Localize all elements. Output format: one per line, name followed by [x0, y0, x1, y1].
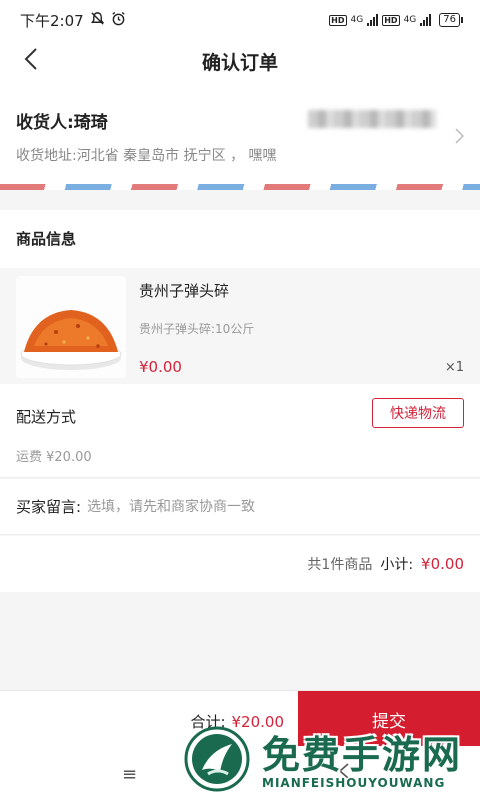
buyer-message-input[interactable]	[87, 498, 464, 515]
status-time: 下午2:07	[20, 11, 84, 30]
nav-bar: 确认订单	[0, 40, 480, 82]
address-card[interactable]: 收货人:琦琦 收货地址:河北省 秦皇岛市 抚宁区 ， 嘿嘿	[0, 82, 480, 190]
back-triangle-icon[interactable]	[338, 762, 350, 784]
signal-icon	[420, 14, 432, 26]
page-title: 确认订单	[201, 51, 278, 74]
buyer-message-row: 买家留言:	[0, 479, 480, 535]
checkout-bar: 合计: ¥20.00 提交	[0, 690, 480, 747]
network-label: 4G	[350, 15, 364, 25]
total-value: ¥20.00	[231, 713, 285, 731]
delivery-method-button[interactable]: 快递物流	[372, 398, 464, 428]
product-spec: 贵州子弹头碎:10公斤	[139, 322, 255, 336]
shipping-fee: 运费 ¥20.00	[16, 450, 92, 465]
subtotal-row: 共1件商品 小计: ¥0.00	[0, 536, 480, 592]
chevron-right-icon	[455, 128, 465, 148]
product-section-header: 商品信息	[0, 210, 480, 268]
signal-icon	[367, 14, 379, 26]
shipping-address: 收货地址:河北省 秦皇岛市 抚宁区 ， 嘿嘿	[16, 148, 277, 164]
product-quantity: ×1	[444, 360, 464, 375]
network-label: 4G	[403, 15, 417, 25]
delivery-section: 配送方式 快递物流 运费 ¥20.00	[0, 384, 480, 478]
chevron-left-icon	[24, 47, 38, 75]
section-title: 商品信息	[16, 230, 77, 248]
battery-icon: 76	[439, 13, 463, 27]
buyer-message-label: 买家留言:	[16, 498, 82, 516]
subtotal-label: 小计:	[380, 557, 414, 573]
status-right: HD 4G HD 4G 76	[329, 13, 463, 27]
phone-number-blurred	[308, 110, 436, 128]
subtotal-value: ¥0.00	[421, 555, 464, 573]
status-bar: 下午2:07 HD 4G HD 4G 76	[0, 0, 480, 40]
submit-button[interactable]: 提交	[298, 691, 480, 747]
order-total: 合计: ¥20.00	[190, 711, 284, 732]
hd-badge: HD	[382, 14, 400, 26]
airmail-border-divider	[0, 184, 480, 190]
product-image	[16, 276, 126, 378]
status-left: 下午2:07	[20, 10, 126, 31]
hd-badge: HD	[329, 14, 347, 26]
item-count: 共1件商品	[307, 557, 373, 573]
product-price: ¥0.00	[139, 358, 182, 376]
menu-icon[interactable]: ≡	[122, 764, 137, 785]
product-item: 贵州子弹头碎 贵州子弹头碎:10公斤 ¥0.00 ×1	[0, 268, 480, 384]
back-button[interactable]	[14, 44, 48, 78]
delivery-label: 配送方式	[16, 408, 77, 426]
mute-bell-icon	[90, 11, 105, 30]
product-name: 贵州子弹头碎	[139, 282, 230, 300]
system-nav-bar: ≡	[0, 746, 480, 800]
alarm-icon	[111, 11, 126, 30]
total-label: 合计:	[190, 713, 226, 731]
